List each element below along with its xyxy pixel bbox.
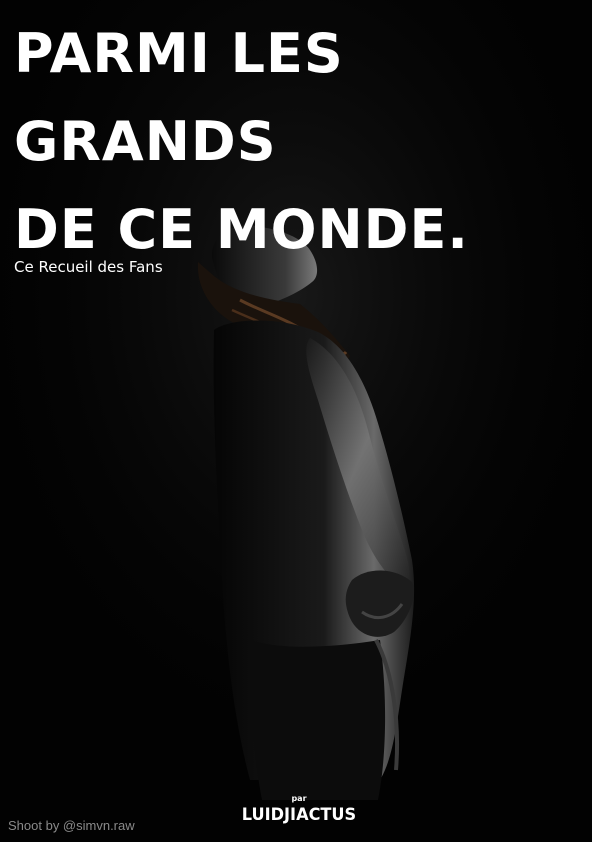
brand-block: par LUIDJIACTUS <box>236 794 362 826</box>
cover-page: PARMI LES GRANDS DE CE MONDE. Ce Recueil… <box>0 0 592 842</box>
cover-subtitle: Ce Recueil des Fans <box>14 258 163 276</box>
cover-title: PARMI LES GRANDS DE CE MONDE. <box>14 10 469 274</box>
brand-prefix: par <box>291 794 307 803</box>
title-line-2: GRANDS <box>14 110 277 173</box>
title-line-1: PARMI LES <box>14 22 344 85</box>
brand-logo: LUIDJIACTUS <box>241 805 357 825</box>
photo-credit: Shoot by @simvn.raw <box>8 818 135 833</box>
